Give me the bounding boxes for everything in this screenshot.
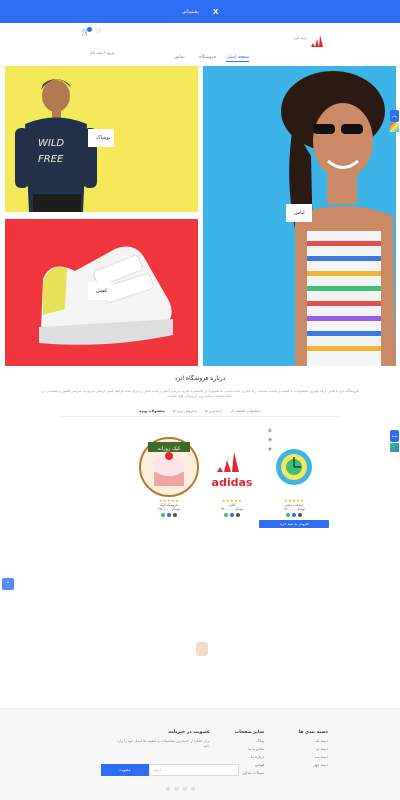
footer-link[interactable]: دسته دو xyxy=(299,747,328,751)
footer-link[interactable]: دسته یک xyxy=(299,739,328,743)
color-swatches xyxy=(197,513,267,517)
nav-contact[interactable]: تماس xyxy=(174,55,185,60)
color-swatches xyxy=(259,513,329,517)
product-price: ۲۵۰,۰۰۰ تومان xyxy=(158,507,180,511)
twitter-icon[interactable]: ◎ xyxy=(183,786,187,792)
swatch-blue[interactable] xyxy=(292,513,296,517)
product-image[interactable]: کیک روزانه xyxy=(134,436,204,498)
banner-clothing[interactable]: WILD FREE پوشاک xyxy=(5,66,198,212)
tile-label-shoes[interactable]: کفش xyxy=(88,282,114,300)
footer-link[interactable]: دسته چهار xyxy=(299,763,328,767)
about-text: فروشگاه ابرد با هدف ارائه بهترین محصولات… xyxy=(41,389,359,398)
footer-newsletter: عضویت در خبرنامه برای اطلاع از جدیدترین … xyxy=(110,730,210,749)
newsletter-email-input[interactable]: ایمیل xyxy=(149,764,239,776)
telegram-icon[interactable]: ◎ xyxy=(174,786,178,792)
swatch-gray[interactable] xyxy=(173,513,177,517)
tile-label-apparel[interactable]: لباس xyxy=(286,204,312,222)
product-card[interactable]: ★★★★★ ساعت مچی ۱۹۰,۰۰۰ تومان افزودن به س… xyxy=(259,436,329,528)
product-badge-text: کیک روزانه xyxy=(158,446,181,452)
announcement-bar: پشتیبانی X xyxy=(0,0,400,23)
cart-badge xyxy=(87,27,92,32)
side-cart-button[interactable]: سبد xyxy=(390,430,399,442)
tab-newest[interactable]: جدیدترین ها xyxy=(205,409,222,413)
footer-pages-title: سایر صفحات xyxy=(234,730,264,735)
about-title: درباره فروشگاه ابرد xyxy=(174,375,226,382)
nav-home[interactable]: صفحه اصلی xyxy=(226,55,250,62)
adidas-image: adidas xyxy=(212,452,253,489)
product-card[interactable]: کیک روزانه ★★★★★ عروسک کیک ۲۵۰,۰۰۰ تومان xyxy=(134,436,204,517)
tab-featured[interactable]: محصولات ویژه xyxy=(139,409,164,413)
product-price: ۳۲۰,۰۰۰ تومان xyxy=(221,507,243,511)
svg-text:FREE: FREE xyxy=(38,154,64,165)
nav-shop[interactable]: فروشگاه xyxy=(199,55,216,60)
swatch-green[interactable] xyxy=(224,513,228,517)
footer xyxy=(0,708,400,800)
carousel-up-icon[interactable]: ▲ xyxy=(268,427,272,433)
footer-link[interactable]: سوالات متداول xyxy=(235,771,264,775)
swatch-blue[interactable] xyxy=(167,513,171,517)
login-link[interactable]: ورود / ثبت نام xyxy=(90,50,114,55)
header xyxy=(0,23,400,67)
footer-link[interactable]: وبلاگ xyxy=(235,739,264,743)
facebook-icon[interactable]: ◎ xyxy=(191,786,195,792)
footer-pages: سایر صفحات وبلاگ تماس با ما درباره ما قو… xyxy=(235,730,264,775)
footer-link[interactable]: دسته سه xyxy=(299,755,328,759)
newsletter-text: برای اطلاع از جدیدترین محصولات و تخفیف ه… xyxy=(116,739,210,748)
tab-bestsellers[interactable]: پرفروش ترین ها xyxy=(173,409,197,413)
footer-link[interactable]: درباره ما xyxy=(235,755,264,759)
instagram-icon[interactable]: ◎ xyxy=(166,786,170,792)
product-image[interactable] xyxy=(259,436,329,498)
swatch-green[interactable] xyxy=(286,513,290,517)
cake-image: کیک روزانه xyxy=(139,437,199,497)
loading-spinner-icon xyxy=(196,642,208,656)
side-theme-icon[interactable] xyxy=(390,443,399,452)
close-icon[interactable]: X xyxy=(213,8,218,16)
footer-categories-title: دسته بندی ها xyxy=(298,730,329,735)
newsletter-title: عضویت در خبرنامه xyxy=(168,730,210,735)
color-palette-icon[interactable] xyxy=(390,123,399,132)
svg-text:WILD: WILD xyxy=(38,138,64,149)
swatch-gray[interactable] xyxy=(298,513,302,517)
footer-link[interactable]: تماس با ما xyxy=(235,747,264,751)
brand-name: برند ابرد xyxy=(292,35,307,40)
banner-apparel[interactable]: لباس xyxy=(203,66,396,366)
footer-link[interactable]: قوانین xyxy=(235,763,264,767)
color-swatches xyxy=(134,513,204,517)
product-image[interactable]: adidas xyxy=(197,436,267,498)
announcement-text: پشتیبانی xyxy=(181,8,200,15)
tab-discounted[interactable]: محصولات تخفیف دار xyxy=(230,409,260,413)
side-chat-button[interactable]: پیام xyxy=(390,110,399,122)
footer-categories: دسته بندی ها دسته یک دسته دو دسته سه دست… xyxy=(299,730,329,767)
watch-image xyxy=(276,449,312,485)
brand-logo[interactable] xyxy=(309,33,327,48)
product-tabs: محصولات ویژه پرفروش ترین ها جدیدترین ها … xyxy=(60,409,340,417)
scroll-top-button[interactable]: ⌃ xyxy=(2,578,14,590)
product-price: ۱۹۰,۰۰۰ تومان xyxy=(283,507,305,511)
banner-shoes[interactable]: کفش xyxy=(5,219,198,366)
heart-icon[interactable]: ♡ xyxy=(95,28,101,36)
social-links: ◎ ◎ ◎ ◎ xyxy=(166,786,196,792)
swatch-green[interactable] xyxy=(161,513,165,517)
swatch-blue[interactable] xyxy=(230,513,234,517)
newsletter-form: عضویت ایمیل xyxy=(101,764,239,776)
tile-label-clothing[interactable]: پوشاک xyxy=(88,129,114,147)
add-to-cart-button[interactable]: افزودن به سبد خرید xyxy=(259,520,329,528)
swatch-gray[interactable] xyxy=(236,513,240,517)
product-card[interactable]: adidas ★★★★★ کتانی ۳۲۰,۰۰۰ تومان xyxy=(197,436,267,517)
newsletter-submit-button[interactable]: عضویت xyxy=(101,764,149,776)
product-brand-text: adidas xyxy=(212,476,253,489)
